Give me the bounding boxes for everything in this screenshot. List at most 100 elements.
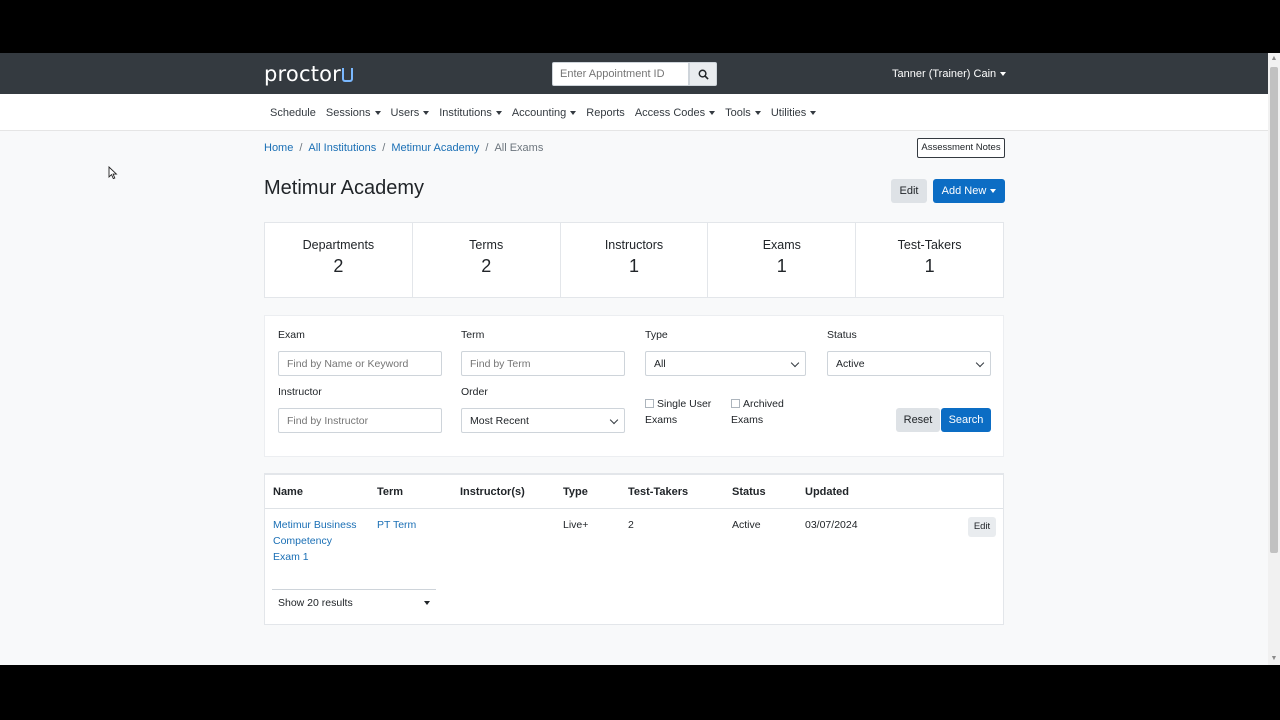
exam-filters-panel: Exam Term Type All Status Active Instruc…	[264, 315, 1004, 457]
stat-exams: Exams 1	[708, 223, 857, 297]
checkbox-box[interactable]	[731, 399, 740, 408]
single-user-exams-checkbox[interactable]: Single User Exams	[645, 396, 711, 428]
breadcrumb: Home / All Institutions / Metimur Academ…	[264, 142, 543, 154]
menu-item-label: Access Codes	[634, 107, 706, 119]
exam-search-input[interactable]	[278, 351, 442, 376]
menu-item-accounting[interactable]: Accounting	[511, 107, 577, 119]
table-header: Name Term Instructor(s) Type Test-Takers…	[265, 475, 1003, 509]
archived-exams-checkbox[interactable]: Archived Exams	[731, 396, 784, 428]
checkbox-box[interactable]	[645, 399, 654, 408]
stat-value: 2	[333, 256, 344, 276]
search-button[interactable]: Search	[941, 408, 991, 432]
column-header-name[interactable]: Name	[273, 486, 303, 498]
results-per-page-select[interactable]: Show 20 results	[272, 589, 436, 615]
exam-status: Active	[732, 519, 761, 531]
menu-item-label: Tools	[725, 107, 751, 119]
breadcrumb-separator: /	[382, 142, 386, 154]
search-icon	[698, 69, 709, 80]
menu-item-label: Reports	[586, 107, 625, 119]
type-select[interactable]: All	[645, 351, 806, 376]
type-filter-label: Type	[645, 329, 668, 341]
term-search-input[interactable]	[461, 351, 625, 376]
exam-term-link[interactable]: PT Term	[377, 517, 416, 533]
stat-instructors: Instructors 1	[561, 223, 709, 297]
order-select[interactable]: Most Recent	[461, 408, 625, 433]
menu-item-users[interactable]: Users	[391, 107, 430, 119]
caret-down-icon	[754, 111, 761, 116]
menu-item-institutions[interactable]: Institutions	[439, 107, 502, 119]
column-header-term[interactable]: Term	[377, 486, 403, 498]
exam-name-link[interactable]: Metimur Business Competency Exam 1	[273, 517, 356, 565]
breadcrumb-all-institutions[interactable]: All Institutions	[308, 142, 376, 154]
stat-test-takers: Test-Takers 1	[856, 223, 1003, 297]
column-header-test-takers[interactable]: Test-Takers	[628, 486, 688, 498]
menu-item-label: Schedule	[270, 107, 316, 119]
top-navbar: proctor Tanner (Trainer) Cain	[0, 53, 1268, 94]
chevron-down-icon	[609, 415, 619, 425]
menu-item-label: Sessions	[325, 107, 371, 119]
main-menu: Schedule Sessions Users Institutions Account…	[270, 107, 817, 119]
instructor-search-input[interactable]	[278, 408, 442, 433]
column-header-type[interactable]: Type	[563, 486, 588, 498]
chevron-down-icon	[790, 358, 800, 368]
caret-down-icon	[990, 189, 997, 194]
stat-value: 1	[628, 256, 639, 276]
column-header-instructors[interactable]: Instructor(s)	[460, 486, 525, 498]
reset-button[interactable]: Reset	[896, 408, 940, 432]
main-menu-bar: Schedule Sessions Users Institutions Account…	[0, 94, 1268, 131]
scroll-up-icon[interactable]: ▲	[1268, 53, 1280, 65]
user-menu-dropdown[interactable]: Tanner (Trainer) Cain	[892, 68, 1007, 80]
menu-item-access-codes[interactable]: Access Codes	[634, 107, 716, 119]
menu-item-reports[interactable]: Reports	[586, 107, 625, 119]
stat-terms: Terms 2	[413, 223, 561, 297]
appointment-id-input[interactable]	[552, 62, 689, 86]
caret-down-icon	[810, 111, 817, 116]
edit-institution-button[interactable]: Edit	[891, 179, 927, 203]
menu-item-tools[interactable]: Tools	[725, 107, 761, 119]
stat-label: Instructors	[604, 238, 664, 252]
menu-item-utilities[interactable]: Utilities	[770, 107, 817, 119]
assessment-notes-button[interactable]: Assessment Notes	[917, 138, 1005, 158]
exam-test-takers: 2	[628, 519, 634, 531]
chevron-down-icon	[975, 358, 985, 368]
term-filter-label: Term	[461, 329, 485, 341]
breadcrumb-institution[interactable]: Metimur Academy	[391, 142, 479, 154]
scrollbar-thumb[interactable]	[1270, 67, 1278, 553]
page-title: Metimur Academy	[264, 177, 425, 199]
status-select[interactable]: Active	[827, 351, 991, 376]
menu-item-label: Utilities	[770, 107, 807, 119]
caret-down-icon	[423, 111, 430, 116]
status-filter-label: Status	[827, 329, 857, 341]
proctoru-logo[interactable]: proctor	[264, 62, 354, 86]
scroll-down-icon[interactable]: ▼	[1268, 653, 1280, 665]
appointment-search-button[interactable]	[689, 62, 717, 86]
breadcrumb-current: All Exams	[494, 142, 544, 154]
stat-value: 1	[924, 256, 935, 276]
stat-label: Departments	[302, 238, 375, 252]
stat-value: 1	[776, 256, 787, 276]
stat-label: Terms	[469, 238, 504, 252]
stat-label: Exams	[762, 238, 801, 252]
breadcrumb-home[interactable]: Home	[264, 142, 293, 154]
page-scrollbar[interactable]: ▲ ▼	[1268, 53, 1280, 665]
column-header-status[interactable]: Status	[732, 486, 766, 498]
caret-down-icon	[570, 111, 577, 116]
edit-exam-button[interactable]: Edit	[968, 517, 996, 537]
menu-item-sessions[interactable]: Sessions	[326, 107, 381, 119]
stat-label: Test-Takers	[897, 238, 962, 252]
logo-u-mark	[342, 68, 354, 82]
caret-down-icon	[374, 111, 381, 116]
add-new-button[interactable]: Add New	[933, 179, 1005, 203]
menu-item-schedule[interactable]: Schedule	[270, 107, 316, 119]
exams-table: Name Term Instructor(s) Type Test-Takers…	[264, 473, 1004, 625]
menu-item-label: Accounting	[511, 107, 567, 119]
breadcrumb-separator: /	[485, 142, 489, 154]
stat-value: 2	[481, 256, 492, 276]
exam-type: Live+	[563, 519, 589, 531]
menu-item-label: Users	[390, 107, 420, 119]
exam-filter-label: Exam	[278, 329, 305, 341]
column-header-updated[interactable]: Updated	[805, 486, 849, 498]
caret-down-icon	[709, 111, 716, 116]
breadcrumb-separator: /	[299, 142, 303, 154]
caret-down-icon	[495, 111, 502, 116]
